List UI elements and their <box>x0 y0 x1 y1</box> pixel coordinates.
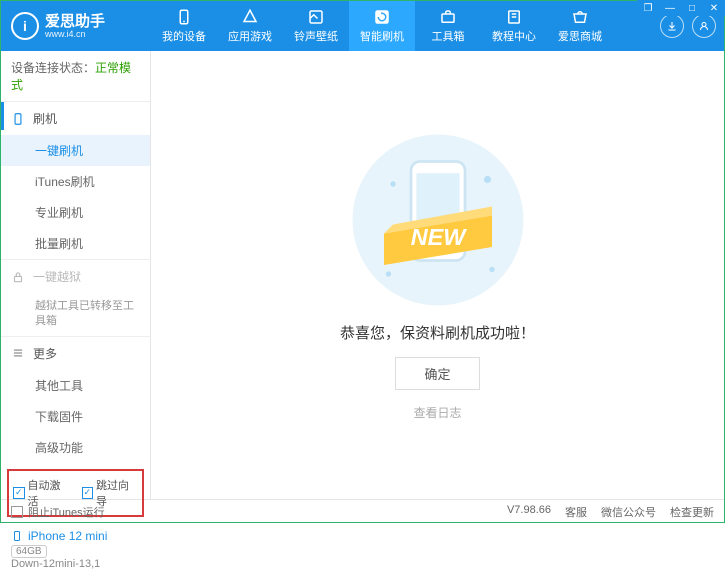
success-message: 恭喜您，保资料刷机成功啦！ <box>340 322 535 343</box>
customer-service-link[interactable]: 客服 <box>565 504 587 520</box>
logo-area: i 爱思助手 www.i4.cn <box>1 12 151 40</box>
sidebar-item-download-firmware[interactable]: 下载固件 <box>1 401 150 432</box>
section-jailbreak: 一键越狱 <box>1 260 150 293</box>
sidebar-item-advanced[interactable]: 高级功能 <box>1 432 150 463</box>
sidebar-item-pro-flash[interactable]: 专业刷机 <box>1 197 150 228</box>
phone-icon <box>175 8 193 26</box>
tab-flash[interactable]: 智能刷机 <box>349 1 415 51</box>
tab-tutorials[interactable]: 教程中心 <box>481 1 547 51</box>
account-button[interactable] <box>692 14 716 38</box>
close-button[interactable]: ✕ <box>703 0 725 16</box>
ok-button[interactable]: 确定 <box>395 357 479 390</box>
section-more[interactable]: 更多 <box>1 337 150 370</box>
check-update-link[interactable]: 检查更新 <box>670 504 714 520</box>
tab-label: 智能刷机 <box>360 28 404 44</box>
refresh-icon <box>373 8 391 26</box>
tab-ringtones[interactable]: 铃声壁纸 <box>283 1 349 51</box>
device-name: iPhone 12 mini <box>28 529 107 543</box>
new-banner-text: NEW <box>410 224 466 250</box>
view-log-link[interactable]: 查看日志 <box>413 404 461 421</box>
sidebar-item-other-tools[interactable]: 其他工具 <box>1 370 150 401</box>
checkbox-icon: ✓ <box>13 487 25 499</box>
block-itunes-label: 阻止iTunes运行 <box>28 504 105 520</box>
store-icon <box>571 8 589 26</box>
logo-icon: i <box>11 12 39 40</box>
skin-button[interactable]: ❐ <box>637 0 659 16</box>
status-label: 设备连接状态： <box>11 61 95 75</box>
phone-icon <box>11 529 23 543</box>
menu-icon <box>11 346 25 360</box>
minimize-button[interactable]: — <box>659 0 681 16</box>
book-icon <box>505 8 523 26</box>
tab-my-device[interactable]: 我的设备 <box>151 1 217 51</box>
brand-url: www.i4.cn <box>45 29 105 39</box>
phone-icon <box>11 112 25 126</box>
storage-badge: 64GB <box>11 545 47 558</box>
tab-toolbox[interactable]: 工具箱 <box>415 1 481 51</box>
section-flash[interactable]: 刷机 <box>1 102 150 135</box>
success-illustration: NEW <box>348 130 528 310</box>
section-title: 一键越狱 <box>33 268 81 285</box>
wechat-link[interactable]: 微信公众号 <box>601 504 656 520</box>
tab-label: 应用游戏 <box>228 28 272 44</box>
section-title: 更多 <box>33 345 57 362</box>
section-title: 刷机 <box>33 110 57 127</box>
sidebar-item-oneclick-flash[interactable]: 一键刷机 <box>1 135 150 166</box>
tab-store[interactable]: 爱思商城 <box>547 1 613 51</box>
sidebar-item-batch-flash[interactable]: 批量刷机 <box>1 228 150 259</box>
toolbox-icon <box>439 8 457 26</box>
version-label: V7.98.66 <box>507 504 551 520</box>
download-icon <box>666 20 678 32</box>
tab-label: 铃声壁纸 <box>294 28 338 44</box>
tab-apps[interactable]: 应用游戏 <box>217 1 283 51</box>
app-header: i 爱思助手 www.i4.cn 我的设备 应用游戏 铃声壁纸 智能刷机 工具箱 <box>1 1 724 51</box>
brand-name: 爱思助手 <box>45 14 105 29</box>
tab-label: 教程中心 <box>492 28 536 44</box>
main-tabs: 我的设备 应用游戏 铃声壁纸 智能刷机 工具箱 教程中心 爱思商城 <box>151 1 652 51</box>
device-model: Down-12mini-13,1 <box>11 558 140 570</box>
apps-icon <box>241 8 259 26</box>
tab-label: 工具箱 <box>432 28 465 44</box>
sidebar: 设备连接状态：正常模式 刷机 一键刷机 iTunes刷机 专业刷机 批量刷机 一… <box>1 51 151 499</box>
lock-icon <box>11 270 25 284</box>
download-button[interactable] <box>660 14 684 38</box>
maximize-button[interactable]: □ <box>681 0 703 16</box>
connection-status: 设备连接状态：正常模式 <box>1 51 150 101</box>
wallpaper-icon <box>307 8 325 26</box>
tab-label: 我的设备 <box>162 28 206 44</box>
tab-label: 爱思商城 <box>558 28 602 44</box>
active-indicator <box>1 102 4 130</box>
device-panel[interactable]: iPhone 12 mini 64GB Down-12mini-13,1 <box>1 523 150 576</box>
main-content: NEW 恭喜您，保资料刷机成功啦！ 确定 查看日志 <box>151 51 724 499</box>
user-icon <box>698 20 710 32</box>
checkbox-icon: ✓ <box>82 487 94 499</box>
jailbreak-note: 越狱工具已转移至工具箱 <box>1 293 150 336</box>
sidebar-item-itunes-flash[interactable]: iTunes刷机 <box>1 166 150 197</box>
checkbox-block-itunes[interactable] <box>11 506 23 518</box>
